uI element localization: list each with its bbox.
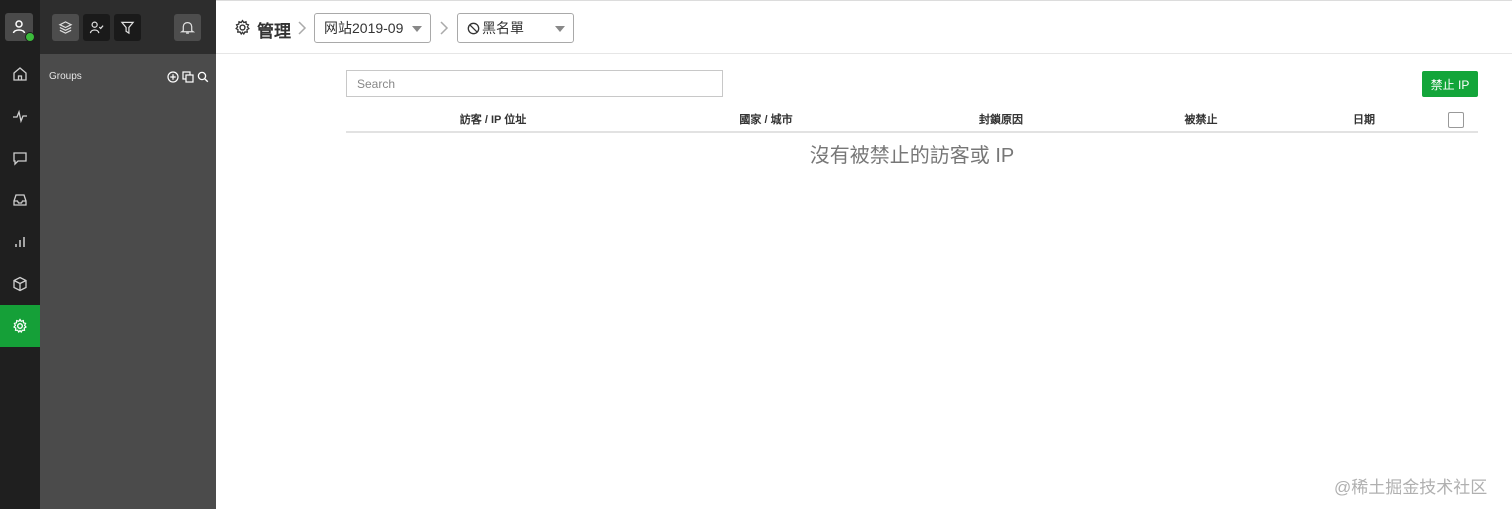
nav-reports[interactable] — [0, 221, 40, 263]
table-header: 訪客 / IP 位址 國家 / 城市 封鎖原因 被禁止 日期 — [346, 106, 1478, 133]
bar-chart-icon — [15, 237, 25, 247]
nav-settings[interactable] — [0, 305, 40, 347]
search-groups-button[interactable] — [196, 70, 209, 83]
online-status-dot — [25, 32, 35, 42]
column-banned-by[interactable]: 被禁止 — [1185, 111, 1218, 127]
filter-button[interactable] — [114, 14, 141, 41]
activity-icon — [13, 109, 27, 124]
nav-packages[interactable] — [0, 263, 40, 305]
empty-state-message: 沒有被禁止的訪客或 IP — [809, 145, 1015, 167]
column-date[interactable]: 日期 — [1353, 111, 1375, 127]
site-select-value: 网站2019-09 — [324, 20, 404, 36]
section-select[interactable]: 黑名單 — [457, 13, 574, 43]
chevron-right-icon — [298, 21, 307, 35]
caret-down-icon — [412, 26, 422, 32]
chat-icon — [13, 152, 27, 166]
nav-chat[interactable] — [0, 137, 40, 179]
user-icon — [12, 20, 26, 34]
app-root: Groups 管理 网站2019-09 黑名單 Search 禁止 IP 訪客 … — [0, 0, 1512, 509]
chevron-right-icon — [440, 21, 449, 35]
add-group-button[interactable] — [166, 70, 179, 83]
notifications-button[interactable] — [174, 14, 201, 41]
column-country-city[interactable]: 國家 / 城市 — [739, 111, 792, 127]
site-select[interactable]: 网站2019-09 — [314, 13, 431, 43]
inbox-icon — [13, 194, 27, 206]
plus-circle-icon — [166, 70, 179, 83]
column-ban-reason[interactable]: 封鎖原因 — [979, 111, 1023, 127]
layers-icon — [58, 21, 73, 34]
nav-activity[interactable] — [0, 95, 40, 137]
nav-inbox[interactable] — [0, 179, 40, 221]
search-icon — [197, 71, 208, 82]
groups-tools — [166, 70, 209, 83]
column-visitor-ip[interactable]: 訪客 / IP 位址 — [460, 111, 526, 127]
panel-toolbar — [40, 0, 216, 54]
groups-title: Groups — [49, 71, 82, 82]
copy-group-button[interactable] — [181, 70, 194, 83]
select-all-checkbox[interactable] — [1448, 112, 1464, 128]
ban-ip-button[interactable]: 禁止 IP — [1422, 71, 1478, 97]
ban-icon — [467, 22, 480, 34]
visitors-button[interactable] — [83, 14, 110, 41]
nav-home[interactable] — [0, 53, 40, 95]
section-select-value: 黑名單 — [482, 20, 524, 36]
layers-button[interactable] — [52, 14, 79, 41]
filter-icon — [120, 21, 135, 35]
groups-panel: Groups — [40, 0, 216, 509]
bell-icon — [180, 22, 195, 34]
package-icon — [13, 276, 27, 292]
top-bar: 管理 网站2019-09 黑名單 — [216, 0, 1512, 54]
caret-down-icon — [555, 26, 565, 32]
home-icon — [13, 67, 27, 81]
watermark: @稀土掘金技术社区 — [1334, 478, 1488, 497]
page-title: 管理 — [257, 22, 291, 41]
gear-icon — [235, 19, 250, 36]
user-check-icon — [89, 21, 104, 34]
search-input[interactable] — [346, 70, 723, 97]
copy-icon — [181, 70, 194, 83]
left-rail — [0, 0, 40, 509]
settings-icon — [13, 318, 27, 334]
